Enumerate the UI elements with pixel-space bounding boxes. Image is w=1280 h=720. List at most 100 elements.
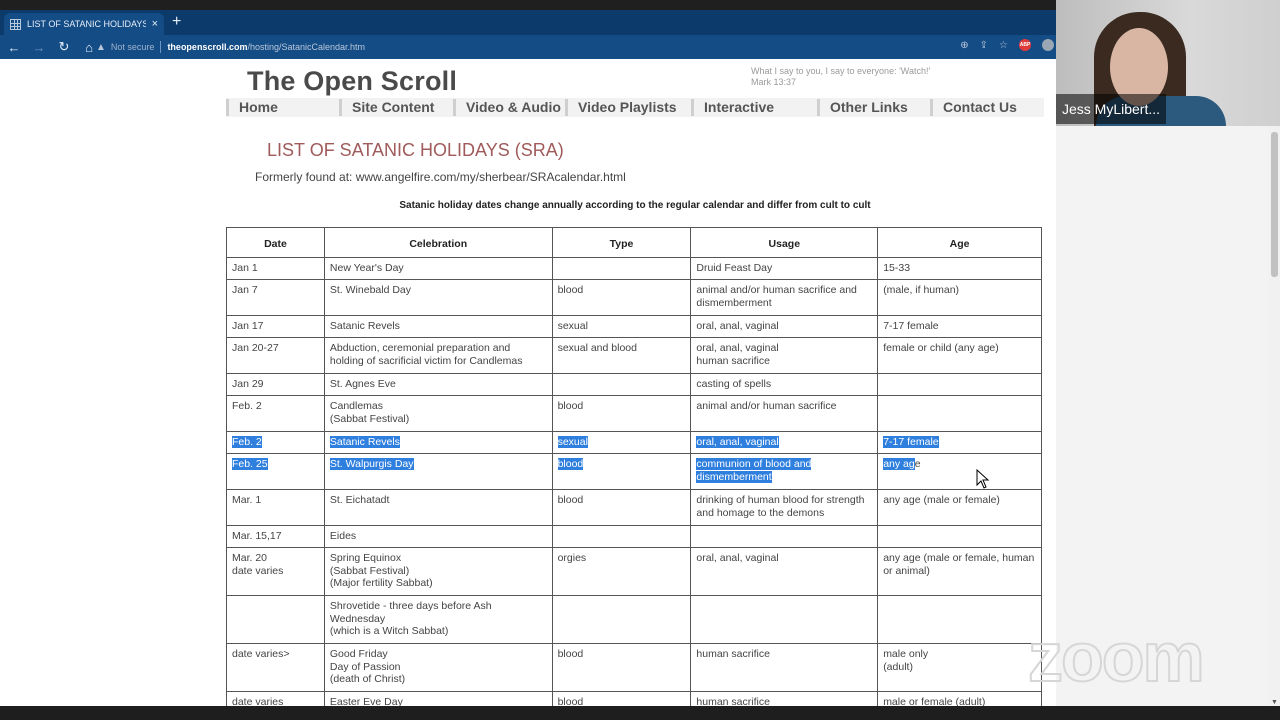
cell-age: 7-17 female [877, 315, 1042, 338]
cell-text: sexual [557, 436, 588, 448]
nav-contact-us[interactable]: Contact Us [930, 99, 1017, 116]
cell-date: Jan 20-27 [226, 337, 325, 374]
cell-text: oral, anal, vaginal [696, 436, 779, 448]
cell-celebration: Easter Eve Day [323, 691, 553, 707]
cell-text: 7-17 female [883, 320, 939, 332]
forward-icon[interactable]: → [28, 40, 50, 55]
cell-age: any age [877, 453, 1042, 490]
nav-site-content[interactable]: Site Content [339, 99, 434, 116]
cell-text: (male, if human) [883, 284, 960, 296]
cell-type: blood [551, 453, 692, 490]
cell-date: Jan 17 [226, 315, 325, 338]
cell-text: (Sabbat Festival) [329, 412, 410, 425]
cell-date: Jan 29 [226, 373, 325, 396]
cell-type: blood [551, 279, 692, 316]
header-type: Type [551, 227, 692, 258]
cell-date: Feb. 25 [226, 453, 325, 490]
nav-other-links[interactable]: Other Links [817, 99, 908, 116]
url-path[interactable]: /hosting/SatanicCalendar.htm [247, 42, 365, 52]
cell-text: Day of Passion [329, 660, 401, 673]
cell-date: Mar. 20 date varies [226, 547, 325, 596]
cell-age: 7-17 female [877, 431, 1042, 454]
page-viewport: The Open Scroll What I say to you, I say… [0, 59, 1056, 707]
cell-text: date varies> [232, 648, 290, 660]
cell-text: 15-33 [883, 262, 911, 274]
window-top-strip [0, 0, 1056, 10]
reload-icon[interactable]: ↻ [53, 39, 75, 55]
close-tab-icon[interactable]: × [152, 18, 158, 30]
cell-usage: Druid Feast Day [690, 257, 879, 280]
cell-text: oral, anal, vaginal [696, 320, 779, 332]
warning-icon[interactable]: ▲ [96, 42, 106, 53]
nav-home[interactable]: Home [226, 99, 278, 116]
new-tab-button[interactable]: + [172, 14, 181, 30]
nav-video-playlists[interactable]: Video Playlists [565, 99, 677, 116]
back-icon[interactable]: ← [3, 40, 25, 55]
tab-bar: LIST OF SATANIC HOLIDAYS (SRA × + [0, 10, 1056, 35]
header-age: Age [877, 227, 1042, 258]
cell-text: date varies [232, 564, 284, 577]
table-row: Jan 1 New Year's Day Druid Feast Day 15-33 [226, 257, 1042, 280]
table-row: Jan 20-27 Abduction, ceremonial preparati… [226, 337, 1042, 374]
cell-text: Mar. 1 [232, 494, 262, 506]
calendar-note: Satanic holiday dates change annually ac… [399, 200, 871, 211]
share-icon[interactable]: ⇪ [980, 40, 988, 51]
table-row: Feb. 25 St. Walpurgis Day blood communion o… [226, 453, 1042, 490]
cell-text: human sacrifice [696, 354, 770, 367]
tab-title: LIST OF SATANIC HOLIDAYS (SRA [27, 19, 146, 29]
cell-date: Jan 1 [226, 257, 325, 280]
cell-date: date varies [226, 691, 325, 707]
cell-text: drinking of human blood for strength and… [696, 494, 865, 519]
cell-type [551, 373, 692, 396]
browser-tab[interactable]: LIST OF SATANIC HOLIDAYS (SRA × [4, 13, 164, 35]
cell-usage: oral, anal, vaginal human sacrifice [690, 337, 879, 374]
table-row: Feb. 2 Candlemas (Sabbat Festival) blood ani… [226, 395, 1042, 432]
site-title[interactable]: The Open Scroll [247, 66, 457, 97]
cell-type: sexual [551, 431, 692, 454]
table-row: date varies Easter Eve Day blood human sacr… [226, 691, 1042, 707]
header-date: Date [226, 227, 325, 258]
participant-name: Jess MyLibert... [1056, 94, 1167, 124]
page-scrollbar[interactable]: ▼ [1268, 126, 1280, 706]
scroll-down-arrow-icon[interactable]: ▼ [1271, 699, 1278, 706]
cell-text: Good Friday [329, 648, 388, 660]
cell-age: female or child (any age) [877, 337, 1042, 374]
cell-type: blood [551, 489, 692, 526]
holiday-table: Date Celebration Type Usage Age Jan 1 New… [226, 227, 1042, 707]
nav-interactive[interactable]: Interactive [691, 99, 774, 116]
cell-text: sexual and blood [557, 342, 637, 354]
cell-age: any age (male or female) [877, 489, 1042, 526]
scrollbar-thumb[interactable] [1271, 132, 1278, 277]
adblock-extension-icon[interactable]: ABP [1019, 39, 1031, 51]
cell-text: Abduction, ceremonial preparation and ho… [329, 342, 523, 367]
cell-text: Mar. 15,17 [232, 530, 282, 542]
cell-celebration: Good Friday Day of Passion (death of Chris… [323, 643, 553, 692]
cell-date: Feb. 2 [226, 431, 325, 454]
nav-video-audio[interactable]: Video & Audio [453, 99, 561, 116]
cell-text: Jan 29 [232, 378, 264, 390]
quote-text: What I say to you, I say to everyone: 'W… [751, 66, 931, 76]
cell-text: blood [557, 400, 584, 412]
bookmark-star-icon[interactable]: ☆ [999, 40, 1008, 51]
cell-text: Feb. 2 [232, 436, 262, 448]
cell-usage: human sacrifice [690, 691, 879, 707]
cell-text: Druid Feast Day [696, 262, 773, 274]
zoom-magnifier-icon[interactable]: ⊕ [960, 40, 968, 51]
cell-text: Shrovetide - three days before Ash Wedne… [329, 600, 492, 625]
url-host[interactable]: theopenscroll.com [167, 42, 247, 52]
cell-type [551, 595, 692, 644]
cell-text: blood [557, 648, 584, 660]
address-bar[interactable]: ▲ Not secure theopenscroll.com /hosting/… [96, 38, 936, 56]
cell-text: blood [557, 284, 584, 296]
extension-icon[interactable] [1042, 39, 1054, 51]
participant-video-tile[interactable]: Jess MyLibert... [1056, 0, 1280, 126]
cell-text: blood [557, 494, 584, 506]
browser-toolbar: ← → ↻ ⌂ ▲ Not secure theopenscroll.com /… [0, 35, 1056, 59]
cell-text: Jan 7 [232, 284, 258, 296]
cell-text: Feb. 2 [232, 400, 262, 412]
cell-usage: animal and/or human sacrifice and dismem… [690, 279, 879, 316]
cell-date: Mar. 1 [226, 489, 325, 526]
cell-usage: casting of spells [690, 373, 879, 396]
cell-text: Satanic Revels [329, 436, 400, 448]
security-label[interactable]: Not secure [111, 42, 155, 52]
